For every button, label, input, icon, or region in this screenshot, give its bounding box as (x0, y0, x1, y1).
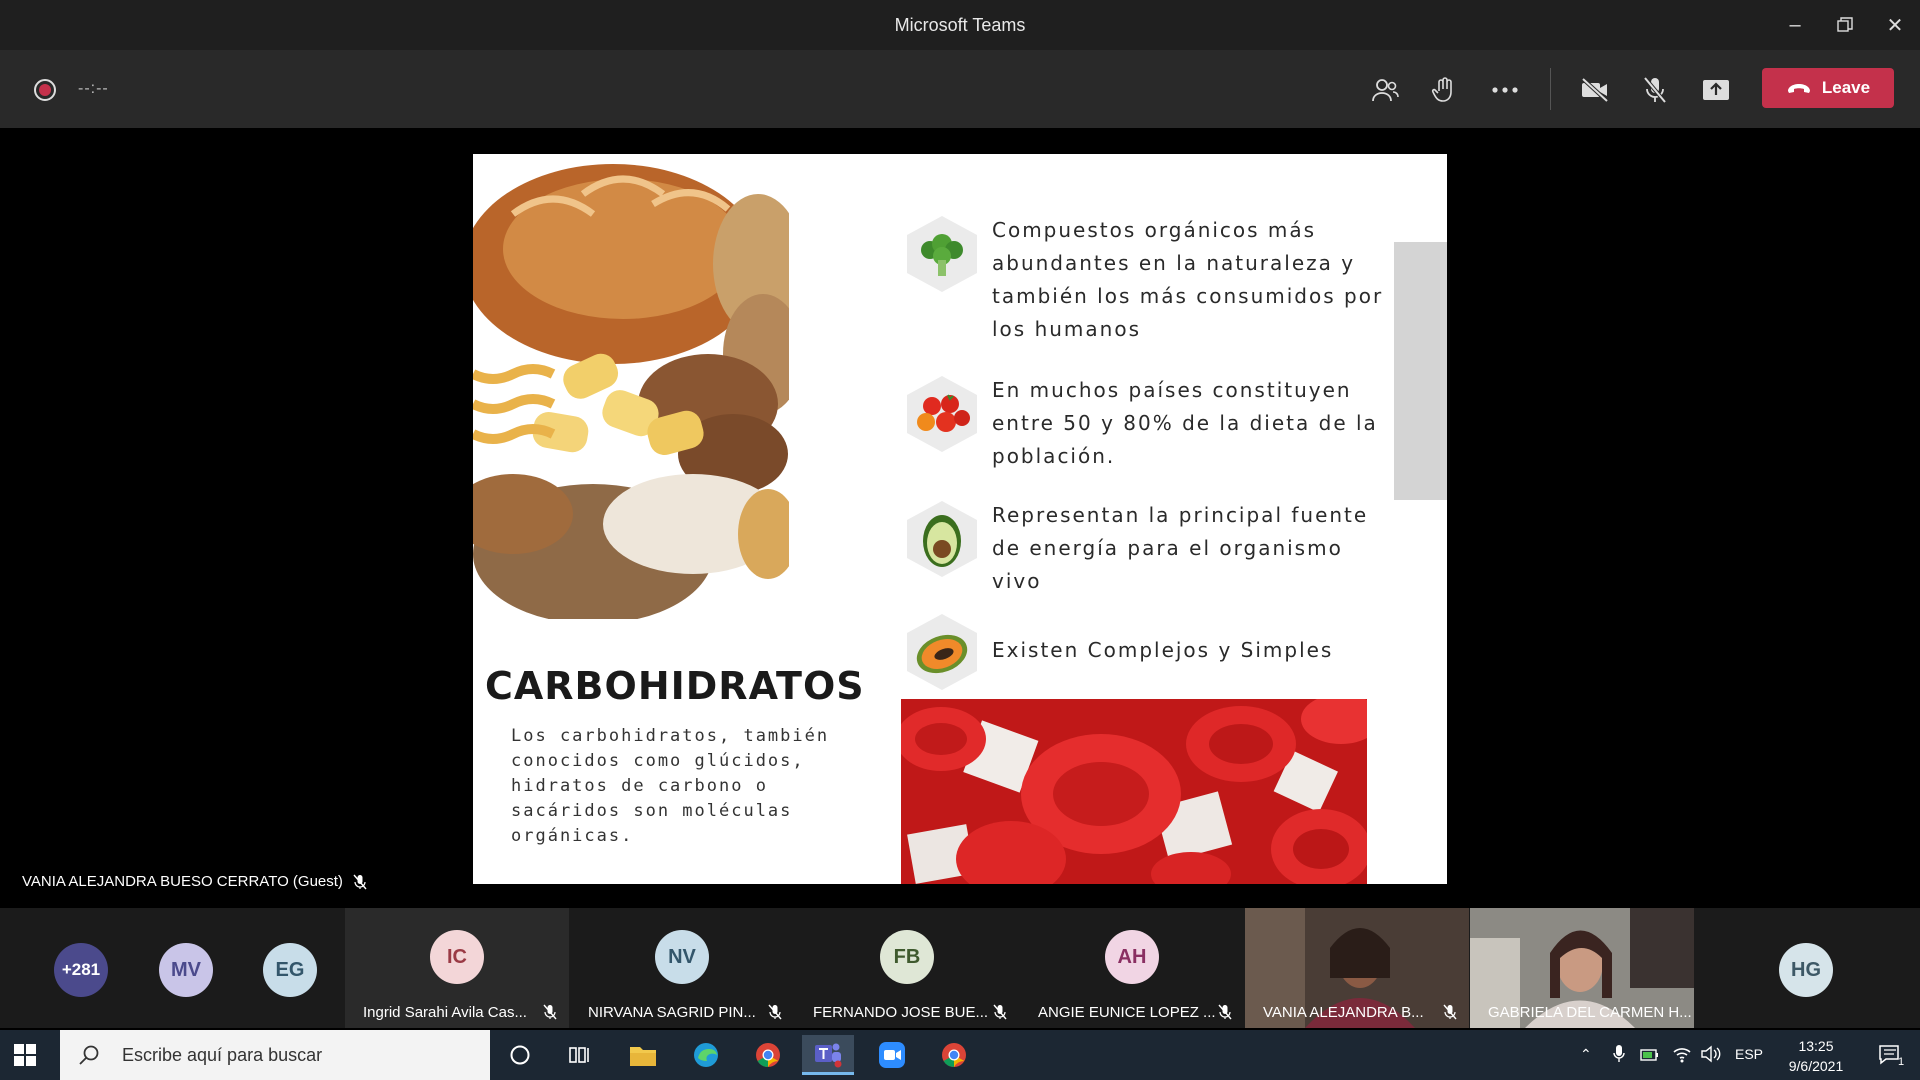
participant-video-tile[interactable]: GABRIELA DEL CARMEN H... (1470, 908, 1694, 1028)
meeting-timer: --:-- (78, 80, 109, 97)
participant-video-tile[interactable]: VANIA ALEJANDRA B... (1245, 908, 1469, 1028)
avatar: IC (430, 930, 484, 984)
notification-count: 1 (1898, 1056, 1905, 1068)
participant-name: GABRIELA DEL CARMEN H... (1488, 1004, 1692, 1021)
overflow-count[interactable]: +281 (54, 943, 108, 997)
close-icon[interactable]: ✕ (1870, 0, 1920, 50)
mic-muted-icon (353, 874, 367, 889)
slide-title: CARBOHIDRATOS (485, 664, 865, 708)
window-title: Microsoft Teams (894, 14, 1026, 35)
avatar[interactable]: EG (263, 943, 317, 997)
slide-bullet: En muchos países constituyen entre 50 y … (902, 374, 1397, 473)
participant-name: Ingrid Sarahi Avila Cas... (363, 1004, 527, 1021)
clock[interactable]: 13:25 9/6/2021 (1778, 1036, 1854, 1076)
participant-name: ANGIE EUNICE LOPEZ ... (1038, 1004, 1216, 1021)
share-screen-icon[interactable] (1696, 70, 1736, 110)
recording-icon (34, 79, 56, 101)
search-icon (79, 1045, 99, 1065)
mic-muted-icon (1443, 1004, 1457, 1020)
meeting-toolbar: --:-- Leave (0, 50, 1920, 128)
bullet-text: Existen Complejos y Simples (992, 638, 1334, 662)
avatar: NV (655, 930, 709, 984)
avatar[interactable]: MV (159, 943, 213, 997)
bullet-text: En muchos países constituyen entre 50 y … (992, 378, 1378, 468)
avatar: AH (1105, 930, 1159, 984)
participant-name: FERNANDO JOSE BUE... (813, 1004, 989, 1021)
participant-name: VANIA ALEJANDRA B... (1263, 1004, 1424, 1021)
windows-taskbar: Escribe aquí para buscar ⌃ ESP 13:25 9/6… (0, 1030, 1920, 1080)
search-placeholder: Escribe aquí para buscar (122, 1044, 323, 1065)
avatar: FB (880, 930, 934, 984)
mic-muted-icon (543, 1004, 557, 1020)
avocado-icon (907, 501, 977, 577)
mic-muted-icon (768, 1004, 782, 1020)
edge-browser-icon[interactable] (680, 1035, 732, 1075)
decorative-bar (1394, 242, 1447, 500)
language-indicator[interactable]: ESP (1735, 1046, 1763, 1062)
presenter-label: VANIA ALEJANDRA BUESO CERRATO (Guest) (22, 873, 367, 890)
slide-bullet: Representan la principal fuente de energ… (902, 499, 1397, 598)
clock-date: 9/6/2021 (1788, 1058, 1844, 1074)
clock-time: 13:25 (1798, 1038, 1834, 1054)
avatar[interactable]: HG (1779, 943, 1833, 997)
mic-muted-icon (1218, 1004, 1232, 1020)
taskbar-search[interactable]: Escribe aquí para buscar (60, 1030, 490, 1080)
mic-muted-icon[interactable] (1635, 70, 1675, 110)
volume-icon[interactable] (1700, 1045, 1722, 1063)
teams-icon[interactable] (802, 1035, 854, 1075)
papaya-icon (907, 614, 977, 690)
cortana-icon[interactable] (494, 1035, 546, 1075)
participants-strip: +281 MV EG IC Ingrid Sarahi Avila Cas...… (0, 908, 1920, 1028)
window-controls: – ✕ (1770, 0, 1920, 50)
bullet-text: Compuestos orgánicos más abundantes en l… (992, 218, 1384, 341)
participant-tile[interactable]: FB FERNANDO JOSE BUE... (795, 908, 1019, 1028)
presentation-slide: CARBOHIDRATOS Los carbohidratos, también… (473, 154, 1447, 884)
bullet-text: Representan la principal fuente de energ… (992, 503, 1369, 593)
presenter-name: VANIA ALEJANDRA BUESO CERRATO (Guest) (22, 873, 343, 890)
mic-muted-icon (993, 1004, 1007, 1020)
minimize-icon[interactable]: – (1770, 0, 1820, 50)
wifi-icon[interactable] (1672, 1045, 1692, 1063)
slide-bullet: Existen Complejos y Simples (902, 612, 1397, 692)
restore-icon[interactable] (1820, 0, 1870, 50)
slide-description: Los carbohidratos, también conocidos com… (511, 726, 830, 846)
participant-tile[interactable]: IC Ingrid Sarahi Avila Cas... (345, 908, 569, 1028)
battery-icon[interactable] (1640, 1046, 1660, 1062)
file-explorer-icon[interactable] (617, 1035, 669, 1075)
shared-content-stage: CARBOHIDRATOS Los carbohidratos, también… (0, 128, 1920, 908)
participants-icon[interactable] (1365, 70, 1405, 110)
toolbar-divider (1550, 68, 1551, 110)
broccoli-icon (907, 216, 977, 292)
slide-bullet: Compuestos orgánicos más abundantes en l… (902, 214, 1397, 346)
participant-tile[interactable]: NV NIRVANA SAGRID PIN... (570, 908, 794, 1028)
leave-button[interactable]: Leave (1762, 68, 1894, 108)
participant-name: NIRVANA SAGRID PIN... (588, 1004, 756, 1021)
participant-tile[interactable]: AH ANGIE EUNICE LOPEZ ... (1020, 908, 1244, 1028)
task-view-icon[interactable] (554, 1035, 606, 1075)
more-options-icon[interactable] (1485, 70, 1525, 110)
zoom-icon[interactable] (866, 1035, 918, 1075)
blood-cells-image (901, 699, 1367, 884)
hang-up-icon (1787, 84, 1810, 93)
chrome-icon[interactable] (928, 1035, 980, 1075)
microphone-icon[interactable] (1612, 1044, 1626, 1064)
system-tray: ⌃ ESP 13:25 9/6/2021 1 (1560, 1030, 1920, 1080)
windows-start-icon[interactable] (14, 1044, 36, 1066)
chrome-icon[interactable] (742, 1035, 794, 1075)
raise-hand-icon[interactable] (1425, 70, 1465, 110)
title-bar: Microsoft Teams – ✕ (0, 0, 1920, 50)
camera-off-icon[interactable] (1575, 70, 1615, 110)
chevron-up-icon[interactable]: ⌃ (1580, 1046, 1592, 1063)
tomatoes-icon (907, 376, 977, 452)
leave-label: Leave (1821, 78, 1871, 97)
grains-image (473, 154, 789, 619)
